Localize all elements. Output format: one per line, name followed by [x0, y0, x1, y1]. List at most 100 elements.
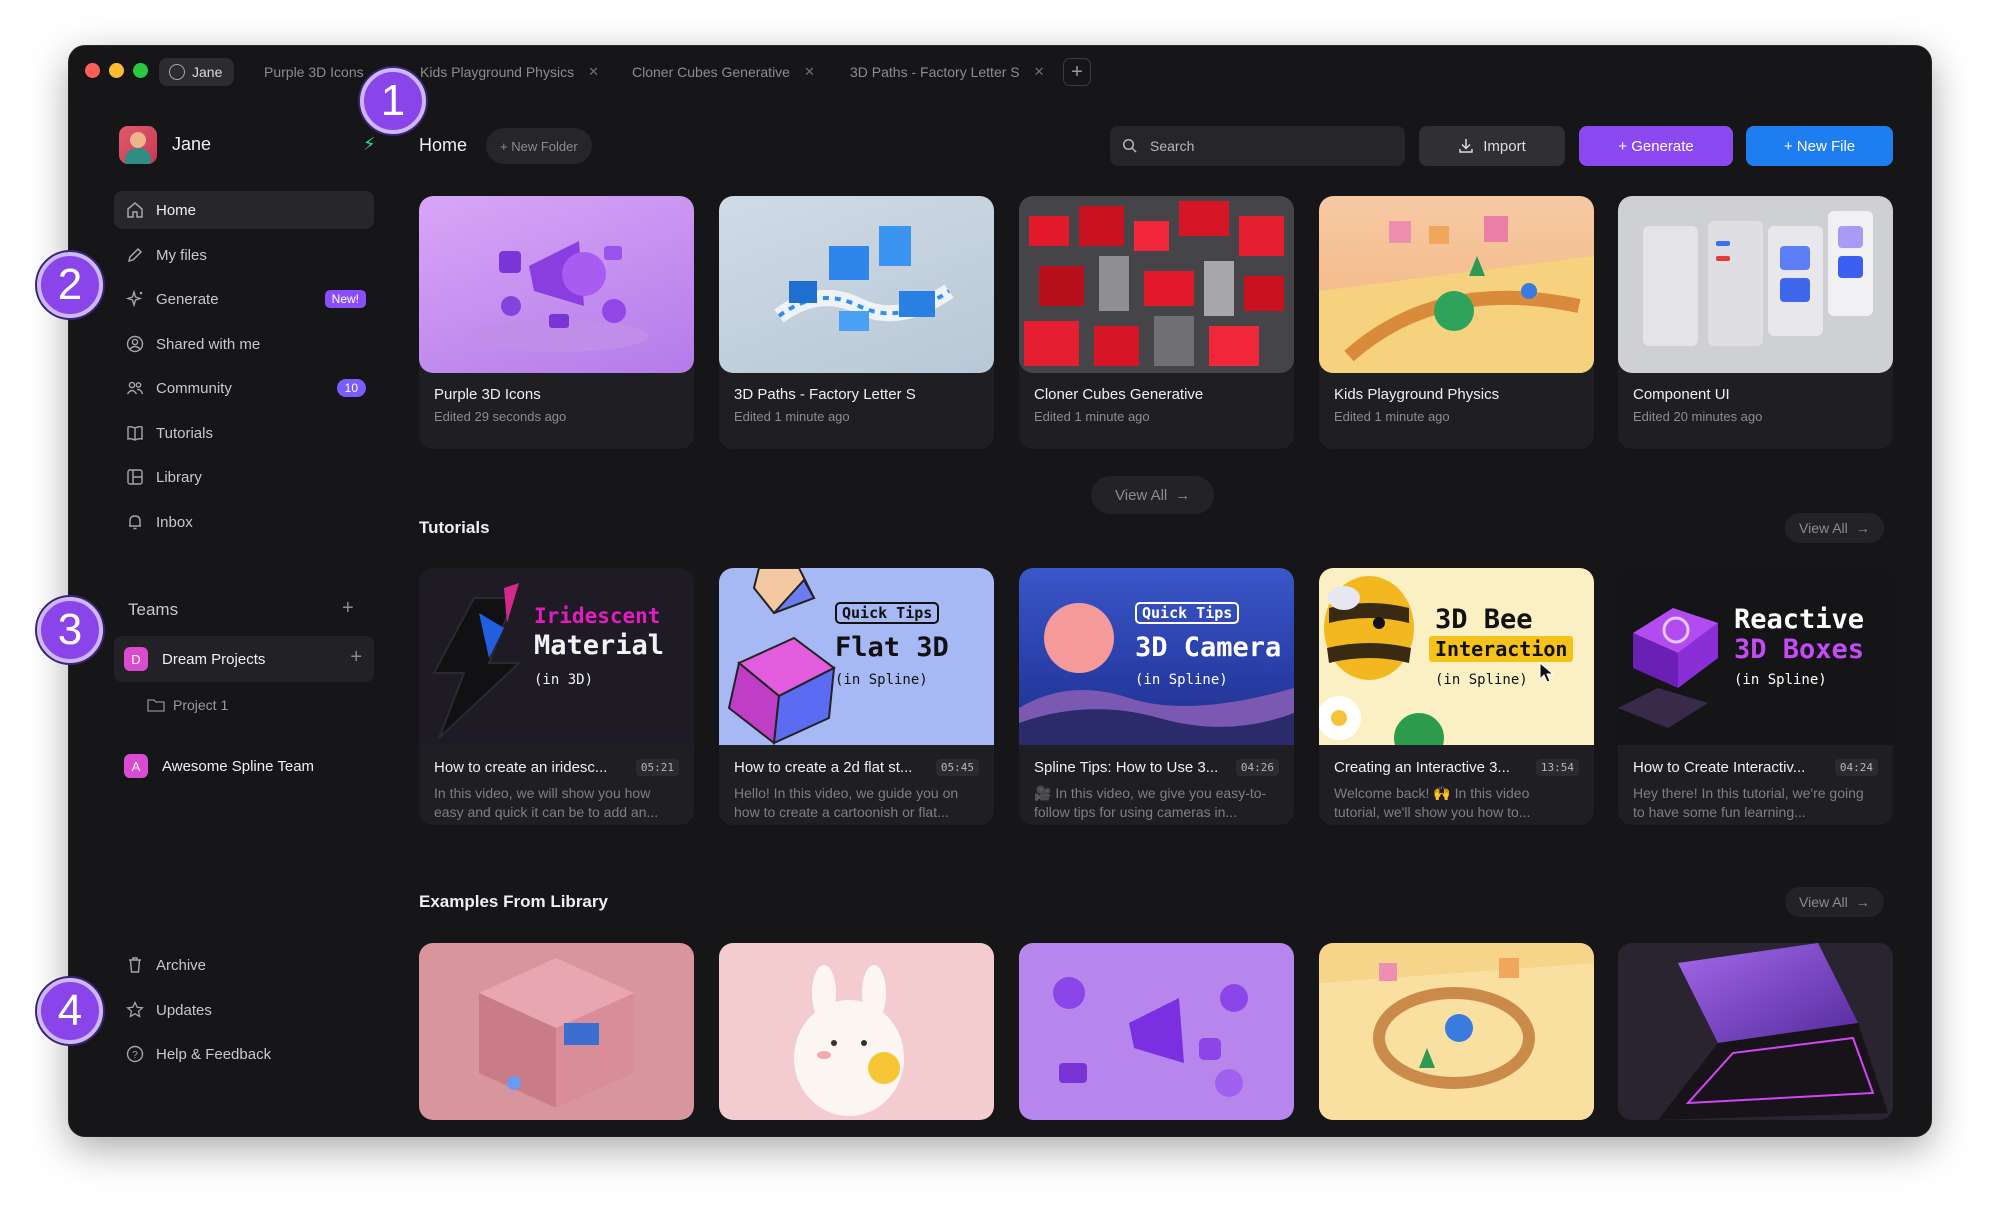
example-thumbnail-playground[interactable] [1319, 943, 1594, 1120]
minimize-window-button[interactable] [109, 63, 124, 78]
sidebar-item-community[interactable]: Community 10 [114, 369, 374, 407]
example-thumbnail-bunny[interactable] [719, 943, 994, 1120]
import-button[interactable]: Import [1419, 126, 1565, 166]
thumb-line2: (in Spline) [1135, 672, 1228, 688]
tutorial-card-3d-camera[interactable]: Quick Tips 3D Camera (in Spline) Spline … [1019, 568, 1294, 825]
example-thumbnail-icons[interactable] [1019, 943, 1294, 1120]
annotation-marker-4: 4 [37, 978, 103, 1044]
thumb-line1: Iridescent [534, 604, 661, 628]
teams-heading: Teams [128, 600, 179, 619]
team-awesome-spline-team[interactable]: A Awesome Spline Team [114, 743, 374, 789]
file-edited: Edited 1 minute ago [734, 409, 850, 424]
thumb-line3: (in Spline) [1435, 672, 1528, 688]
bell-icon [126, 513, 144, 531]
file-card-purple-3d-icons[interactable]: Purple 3D Icons Edited 29 seconds ago [419, 196, 694, 449]
file-edited: Edited 29 seconds ago [434, 409, 567, 424]
file-card-kids-playground-physics[interactable]: Kids Playground Physics Edited 1 minute … [1319, 196, 1594, 449]
help-icon: ? [126, 1045, 144, 1063]
sidebar-item-library[interactable]: Library [114, 458, 374, 496]
file-edited: Edited 1 minute ago [1334, 409, 1450, 424]
file-title: 3D Paths - Factory Letter S [734, 386, 916, 403]
close-icon[interactable]: ✕ [1034, 64, 1045, 80]
tab-cloner-cubes-generative[interactable]: Cloner Cubes Generative ✕ [632, 58, 815, 86]
title-bar: Jane Purple 3D Icons Kids Playground Phy… [69, 46, 1931, 96]
tutorial-duration: 04:26 [1235, 759, 1279, 776]
thumb-line2: Interaction [1429, 636, 1574, 662]
zoom-window-button[interactable] [133, 63, 148, 78]
tab-purple-3d-icons[interactable]: Purple 3D Icons [264, 58, 364, 86]
file-card-cloner-cubes[interactable]: Cloner Cubes Generative Edited 1 minute … [1019, 196, 1294, 449]
sidebar-item-label: Archive [156, 956, 207, 974]
examples-heading: Examples From Library [419, 892, 608, 911]
generate-button[interactable]: + Generate [1579, 126, 1733, 166]
file-card-component-ui[interactable]: Component UI Edited 20 minutes ago [1618, 196, 1893, 449]
tutorial-description: Hey there! In this tutorial, we're going… [1633, 785, 1864, 820]
sidebar-item-home[interactable]: Home [114, 191, 374, 229]
tab-label: 3D Paths - Factory Letter S [850, 64, 1020, 80]
tutorials-heading: Tutorials [419, 518, 490, 537]
tutorial-thumbnail: Quick Tips 3D Camera (in Spline) [1019, 568, 1294, 745]
search-placeholder: Search [1150, 138, 1195, 154]
sidebar: Jane ⚡ Home My files Generate New! Share… [69, 96, 376, 1136]
example-thumbnail-laptop[interactable] [1618, 943, 1893, 1120]
thumb-line1: Flat 3D [835, 632, 949, 663]
view-all-label: View All [1799, 520, 1848, 536]
tutorial-duration: 05:21 [635, 759, 679, 776]
search-input[interactable]: Search [1110, 126, 1405, 166]
team-dream-projects[interactable]: D Dream Projects + [114, 636, 374, 682]
thumb-line1: 3D Camera [1135, 632, 1282, 663]
file-title: Kids Playground Physics [1334, 386, 1500, 403]
close-icon[interactable]: ✕ [804, 64, 815, 80]
sidebar-item-label: Tutorials [156, 424, 213, 442]
sidebar-item-label: Shared with me [156, 335, 261, 353]
example-thumbnail-room[interactable] [419, 943, 694, 1120]
sidebar-item-archive[interactable]: Archive [114, 946, 374, 984]
sidebar-item-help-feedback[interactable]: ? Help & Feedback [114, 1035, 374, 1073]
project-item[interactable]: Project 1 [147, 690, 228, 720]
add-project-button[interactable]: + [350, 646, 362, 669]
tutorial-card-reactive-3d-boxes[interactable]: Reactive 3D Boxes (in Spline) How to Cre… [1618, 568, 1893, 825]
tutorial-title: How to create an iridesc... [434, 759, 608, 776]
avatar[interactable] [119, 126, 157, 164]
new-folder-button[interactable]: + New Folder [486, 128, 592, 164]
sidebar-item-tutorials[interactable]: Tutorials [114, 414, 374, 452]
sidebar-item-label: My files [156, 246, 207, 264]
tutorial-title-row: How to create an iridesc... 05:21 [419, 745, 694, 776]
view-all-tutorials-button[interactable]: View All → [1785, 513, 1884, 543]
user-circle-icon [126, 335, 144, 353]
tutorial-card-flat-3d[interactable]: Quick Tips Flat 3D (in Spline) How to cr… [719, 568, 994, 825]
view-all-files-button[interactable]: View All → [1091, 476, 1215, 514]
tab-kids-playground-physics[interactable]: Kids Playground Physics ✕ [420, 58, 599, 86]
close-icon[interactable]: ✕ [588, 64, 599, 80]
star-icon [126, 1001, 144, 1019]
page-title: Home [419, 135, 468, 155]
tutorial-card-3d-bee-interaction[interactable]: 3D Bee Interaction (in Spline) Creating … [1319, 568, 1594, 825]
new-tab-button[interactable]: + [1063, 58, 1091, 86]
user-name: Jane [172, 134, 212, 154]
tutorial-title: Spline Tips: How to Use 3... [1034, 759, 1219, 776]
tutorial-card-iridescent-material[interactable]: Iridescent Material (in 3D) How to creat… [419, 568, 694, 825]
sidebar-item-updates[interactable]: Updates [114, 991, 374, 1029]
tutorial-thumbnail: Reactive 3D Boxes (in Spline) [1618, 568, 1893, 745]
thumb-line3: (in Spline) [1734, 672, 1827, 688]
file-card-3d-paths[interactable]: 3D Paths - Factory Letter S Edited 1 min… [719, 196, 994, 449]
tab-3d-paths[interactable]: 3D Paths - Factory Letter S ✕ [850, 58, 1045, 86]
add-team-button[interactable]: + [342, 597, 354, 620]
thumb-line1: Reactive [1734, 604, 1865, 635]
arrow-right-icon: → [1855, 520, 1870, 536]
view-all-label: View All [1799, 894, 1848, 910]
tab-home-user[interactable]: Jane [159, 58, 235, 86]
close-window-button[interactable] [85, 63, 100, 78]
sidebar-item-generate[interactable]: Generate New! [114, 280, 374, 318]
sidebar-item-shared-with-me[interactable]: Shared with me [114, 325, 374, 363]
tutorial-title-row: Spline Tips: How to Use 3... 04:26 [1019, 745, 1294, 776]
sidebar-item-my-files[interactable]: My files [114, 236, 374, 274]
tab-label: Cloner Cubes Generative [632, 64, 790, 80]
tutorial-description: In this video, we will show you how easy… [434, 785, 659, 820]
bolt-icon[interactable]: ⚡ [363, 134, 376, 155]
app-window: Jane Purple 3D Icons Kids Playground Phy… [69, 46, 1931, 1136]
view-all-examples-button[interactable]: View All → [1785, 887, 1884, 917]
new-file-button[interactable]: + New File [1746, 126, 1893, 166]
sidebar-item-inbox[interactable]: Inbox [114, 503, 374, 541]
thumb-line2: Material [534, 630, 665, 661]
